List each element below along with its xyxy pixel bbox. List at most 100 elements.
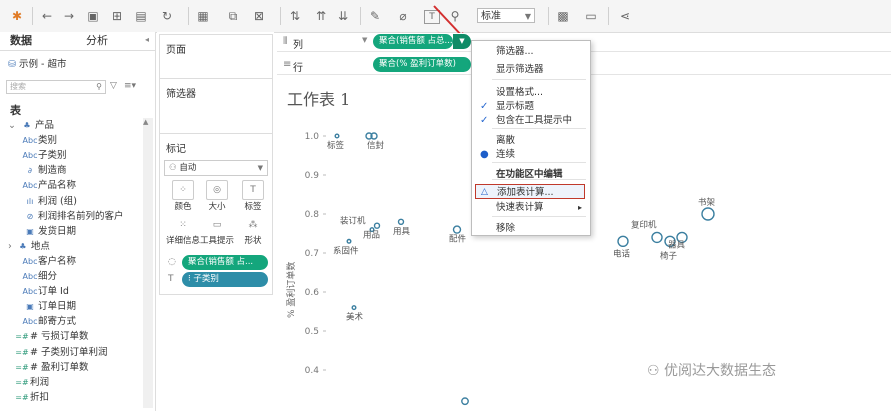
- tooltip-button[interactable]: ▭ 工具提示: [200, 216, 234, 250]
- field-item[interactable]: ∂ 制造商: [0, 163, 172, 178]
- tableau-logo-icon[interactable]: ✱: [10, 8, 24, 24]
- menu-item[interactable]: 在功能区中编辑: [472, 167, 590, 182]
- menu-item[interactable]: ✓ 包含在工具提示中: [472, 113, 590, 128]
- duplicate-sheet-icon[interactable]: ⧉: [226, 8, 240, 24]
- detail-button[interactable]: ⁙ 详细信息: [166, 216, 200, 250]
- field-item[interactable]: Abc子类别: [0, 148, 172, 163]
- menu-separator: [492, 128, 586, 129]
- filters-card[interactable]: 筛选器: [159, 78, 273, 134]
- save-icon[interactable]: ▣: [86, 8, 100, 24]
- group-icon[interactable]: ⌀: [396, 8, 410, 24]
- field-label: 折扣: [30, 391, 50, 403]
- pill-subcategory[interactable]: ⁝ 子类别: [182, 272, 268, 287]
- menu-item-label: 显示筛选器: [496, 64, 544, 75]
- field-item[interactable]: ⌄ ♣ 产品: [0, 118, 158, 133]
- shape-button[interactable]: ⁂ 形状: [236, 216, 270, 250]
- field-item[interactable]: › ♣ 地点: [0, 239, 158, 254]
- chart-type-icon[interactable]: ▦: [196, 8, 210, 24]
- menu-item-label: 添加表计算...: [497, 187, 554, 198]
- field-item[interactable]: =## 盈利订单数: [0, 360, 164, 375]
- y-tick-label: 0.9: [305, 171, 320, 181]
- mark-type-select[interactable]: ⚇ 自动 ▼: [164, 160, 268, 176]
- field-item[interactable]: =#利润: [0, 375, 164, 390]
- field-item[interactable]: ⊘ 利润排名前列的客户: [0, 209, 172, 224]
- columns-pill[interactable]: 聚合(销售额 占总...: [373, 34, 453, 49]
- menu-separator: [492, 216, 586, 217]
- scatter-point: [617, 235, 629, 248]
- field-item[interactable]: Abc产品名称: [0, 178, 172, 193]
- expand-icon[interactable]: ›: [8, 241, 15, 252]
- refresh-icon[interactable]: ↻: [160, 8, 174, 24]
- field-item[interactable]: =## 亏损订单数: [0, 329, 164, 344]
- highlight-icon[interactable]: ✎: [368, 8, 382, 24]
- field-item[interactable]: Abc邮寄方式: [0, 314, 172, 329]
- point-label: 用具: [393, 227, 411, 237]
- menu-item[interactable]: 设置格式...: [472, 85, 590, 100]
- tab-data[interactable]: 数据: [10, 32, 32, 50]
- table-calc-icon: △: [481, 187, 488, 197]
- point-label: 复印机: [631, 219, 657, 230]
- menu-item[interactable]: ✓ 显示标题: [472, 99, 590, 114]
- tab-analysis[interactable]: 分析: [86, 32, 108, 50]
- chevron-down-icon: ▼: [257, 164, 263, 172]
- filter-icon[interactable]: ▽: [110, 81, 117, 91]
- sort-desc-icon[interactable]: ⇊: [336, 8, 350, 24]
- pill-dropdown-icon[interactable]: ▼: [453, 34, 471, 49]
- Abc-icon: Abc: [22, 256, 38, 266]
- collapse-icon[interactable]: ◂: [145, 35, 149, 44]
- chevron-down-icon: ▼: [362, 36, 368, 44]
- field-label: 地点: [30, 240, 50, 252]
- new-datasource-icon[interactable]: ⊞: [110, 8, 124, 24]
- presentation-icon[interactable]: ▩: [556, 8, 570, 24]
- menu-item[interactable]: 显示筛选器: [472, 62, 590, 77]
- menu-item[interactable]: △ 添加表计算...: [475, 184, 585, 199]
- pill-sales-size[interactable]: 聚合(销售额 占...: [182, 255, 268, 270]
- tooltip-icon[interactable]: ▭: [584, 8, 598, 24]
- expand-icon[interactable]: ⌄: [8, 120, 19, 131]
- new-sheet-icon[interactable]: ▤: [134, 8, 148, 24]
- sort-asc-icon[interactable]: ⇈: [314, 8, 328, 24]
- swap-axes-icon[interactable]: ⇅: [288, 8, 302, 24]
- datasource-item[interactable]: ⛁ 示例 - 超市: [8, 56, 66, 70]
- redo-icon[interactable]: →: [62, 8, 76, 24]
- field-label: 利润 (组): [38, 195, 77, 207]
- menu-item[interactable]: 移除: [472, 221, 590, 236]
- menu-item[interactable]: ● 连续: [472, 147, 590, 162]
- share-icon[interactable]: ⋖: [618, 8, 632, 24]
- field-item[interactable]: Abc订单 Id: [0, 284, 172, 299]
- field-item[interactable]: Abc类别: [0, 133, 172, 148]
- field-item[interactable]: ılı 利润 (组): [0, 194, 172, 209]
- Abc-icon: Abc: [22, 272, 38, 281]
- scatter-point: [351, 305, 357, 311]
- rows-pill[interactable]: 聚合(% 盈利订单数): [373, 57, 471, 72]
- menu-item[interactable]: 筛选器...: [472, 44, 590, 59]
- menu-item-label: 包含在工具提示中: [496, 115, 573, 126]
- size-button[interactable]: ◎ 大小: [200, 180, 234, 214]
- field-item[interactable]: Abc细分: [0, 269, 172, 284]
- undo-icon[interactable]: ←: [40, 8, 54, 24]
- measure-icon: =#: [15, 362, 29, 372]
- field-label: 利润: [30, 376, 50, 388]
- scatter-point: [373, 222, 381, 229]
- field-item[interactable]: ▣ 订单日期: [0, 299, 172, 314]
- point-label: 装订机: [340, 216, 366, 227]
- y-tick-label: 0.5: [305, 327, 319, 337]
- menu-item[interactable]: 离散: [472, 133, 590, 148]
- field-item[interactable]: =#折扣: [0, 390, 164, 405]
- field-item[interactable]: Abc客户名称: [0, 254, 172, 269]
- datasource-name: 示例 - 超市: [18, 59, 67, 70]
- field-item[interactable]: =## 子类别订单利润: [0, 345, 164, 360]
- label-button[interactable]: T 标签: [236, 180, 270, 214]
- view-options-icon[interactable]: ≡▾: [124, 81, 136, 91]
- field-item[interactable]: ▣ 发货日期: [0, 224, 172, 239]
- fit-select[interactable]: 标准 ▼: [477, 8, 535, 23]
- chevron-down-icon: ▼: [524, 12, 531, 21]
- color-button[interactable]: ⁘ 颜色: [166, 180, 200, 214]
- point-label: 电话: [613, 248, 631, 259]
- menu-item[interactable]: 快速表计算 ▸: [472, 200, 590, 215]
- clear-sheet-icon[interactable]: ⊠: [252, 8, 266, 24]
- tooltip-label: 工具提示: [200, 236, 235, 246]
- search-field[interactable]: 搜索 ⚲: [6, 80, 106, 94]
- watermark-text: 优阅达大数据生态: [664, 363, 777, 379]
- y-tick-label: 0.8: [305, 210, 320, 220]
